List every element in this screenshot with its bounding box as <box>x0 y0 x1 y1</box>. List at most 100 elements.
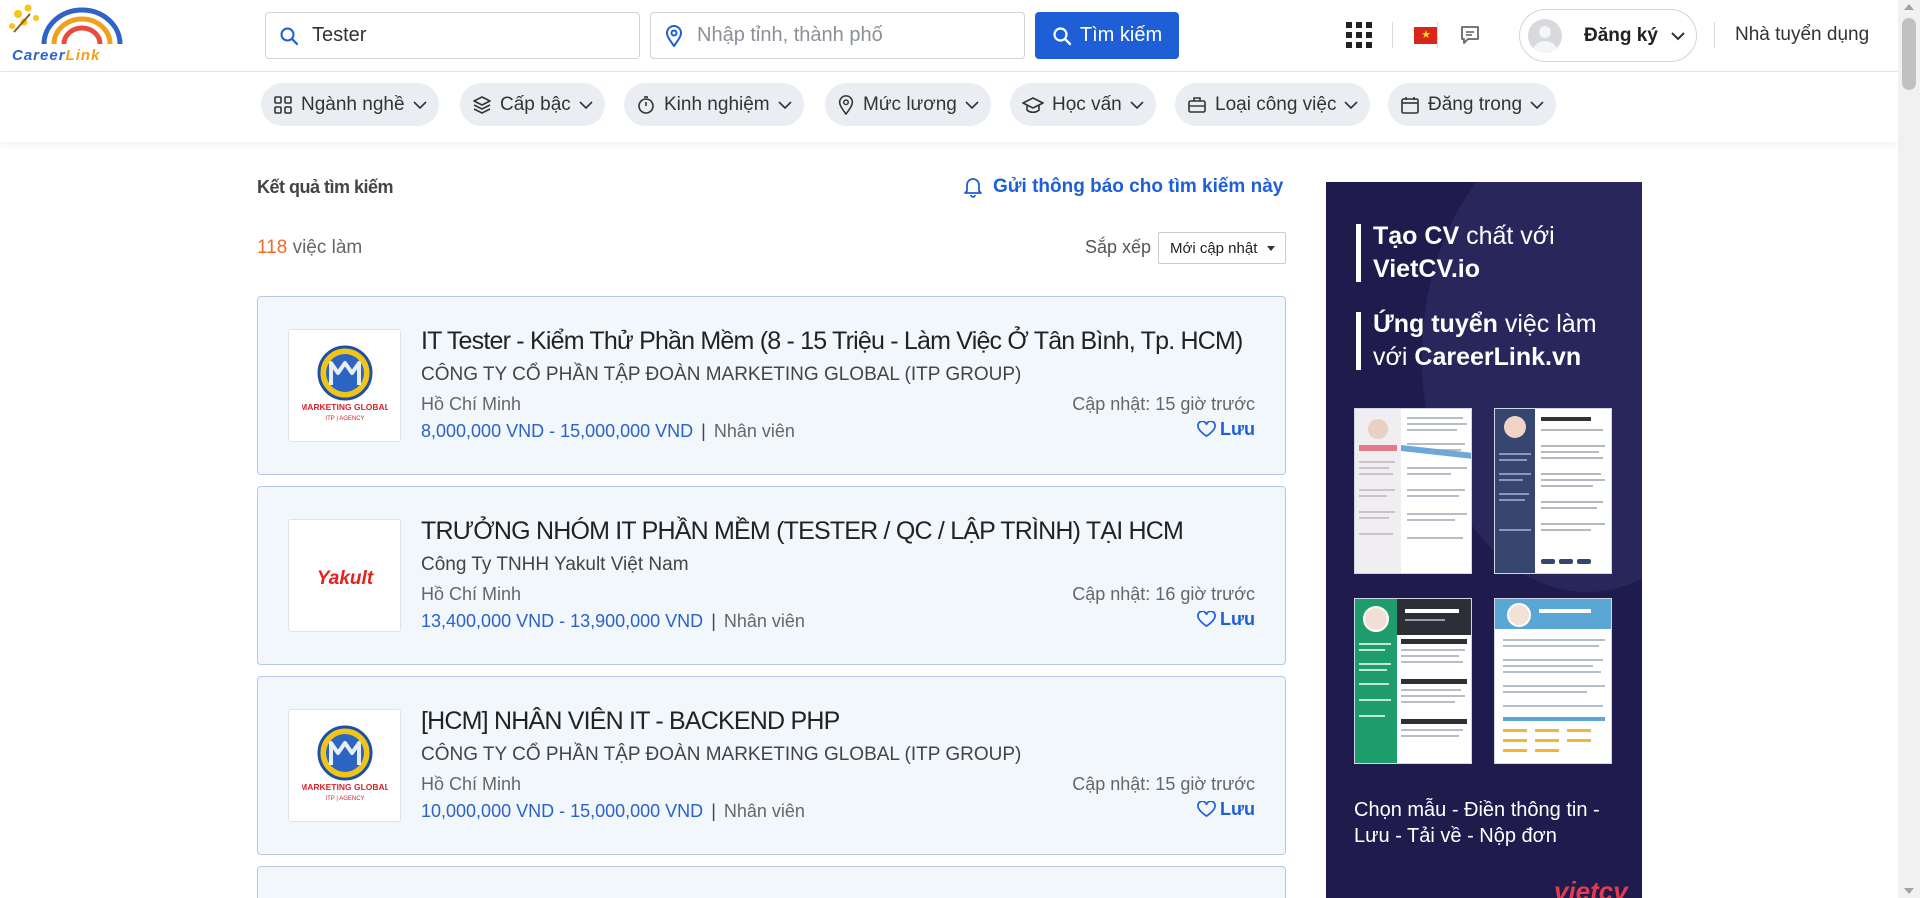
company-logo[interactable]: Yakult <box>288 519 401 632</box>
divider <box>1437 22 1438 48</box>
results-heading: Kết quả tìm kiếm <box>257 177 394 197</box>
ad-caption: Chọn mẫu - Điền thông tin - Lưu - Tải về… <box>1354 799 1600 847</box>
chevron-down-icon <box>412 100 427 109</box>
logo-text-line2: ITP | AGENCY <box>325 796 364 802</box>
filter-posted-within[interactable]: Đăng trong <box>1388 83 1557 126</box>
ad-site: VietCV.io <box>1373 255 1480 283</box>
chevron-down-icon <box>1344 100 1359 109</box>
divider <box>1714 22 1715 48</box>
job-level: Nhân viên <box>723 801 805 821</box>
careerlink-logo[interactable]: CareerLink <box>4 2 128 66</box>
job-salary: 13,400,000 VND - 13,900,000 VND | Nhân viê… <box>421 611 805 632</box>
company-logo[interactable]: MARKETING GLOBAL ITP | AGENCY <box>288 709 401 822</box>
filter-label: Mức lương <box>863 93 957 115</box>
logo-wordmark: CareerLink <box>12 47 100 64</box>
keyword-input[interactable] <box>312 24 612 47</box>
calendar-icon <box>1401 96 1419 114</box>
salary-range: 13,400,000 VND - 13,900,000 VND <box>421 611 704 631</box>
cv-template-thumbnail[interactable] <box>1494 598 1612 764</box>
job-card[interactable] <box>257 866 1286 898</box>
keyword-search-box[interactable] <box>265 12 640 59</box>
job-location: Hồ Chí Minh <box>421 774 522 794</box>
job-location: Hồ Chí Minh <box>421 584 522 604</box>
heart-icon <box>1197 611 1216 628</box>
job-level: Nhân viên <box>723 611 805 631</box>
logo-text-line1: MARKETING GLOBAL <box>302 402 388 412</box>
message-icon[interactable] <box>1459 24 1481 51</box>
save-label: Lưu <box>1219 609 1255 629</box>
search-icon <box>266 26 312 46</box>
filter-education[interactable]: Học vấn <box>1010 83 1156 126</box>
search-icon <box>1053 26 1072 45</box>
vietcv-ad-banner[interactable]: Tạo CV chất với VietCV.io Ứng tuyển việc … <box>1326 182 1642 898</box>
scrollbar-thumb[interactable] <box>1902 18 1916 90</box>
ad-headline-1: Tạo CV chất với VietCV.io <box>1373 220 1555 286</box>
scroll-up-arrow-icon[interactable] <box>1904 4 1914 10</box>
employer-link[interactable]: Nhà tuyển dụng <box>1735 24 1869 46</box>
ad-bold: Ứng tuyển <box>1373 310 1498 338</box>
job-level: Nhân viên <box>713 421 795 441</box>
caret-down-icon <box>1267 246 1275 251</box>
map-pin-icon <box>651 24 697 47</box>
job-title-link[interactable]: IT Tester - Kiểm Thử Phần Mềm (8 - 15 Tr… <box>421 327 1243 356</box>
save-job-button[interactable]: Lưu <box>1197 799 1255 820</box>
heart-icon <box>1197 421 1216 438</box>
cv-template-thumbnail[interactable] <box>1354 598 1472 764</box>
chevron-down-icon <box>1530 100 1544 109</box>
filter-label: Loại công việc <box>1215 93 1337 115</box>
cv-template-thumbnail[interactable] <box>1494 408 1612 574</box>
page-scrollbar[interactable] <box>1898 0 1920 898</box>
ad-text: với <box>1373 343 1415 371</box>
results-count: 118 việc làm <box>257 237 362 259</box>
stopwatch-icon <box>638 95 654 114</box>
search-button[interactable]: Tìm kiếm <box>1035 12 1179 59</box>
search-alert-link[interactable]: Gửi thông báo cho tìm kiếm này <box>963 176 1283 198</box>
salary-range: 10,000,000 VND - 15,000,000 VND <box>421 801 704 821</box>
apps-grid-icon[interactable] <box>1346 22 1372 48</box>
bell-icon <box>964 178 982 198</box>
save-job-button[interactable]: Lưu <box>1197 419 1255 440</box>
briefcase-icon <box>1188 96 1206 113</box>
filter-level[interactable]: Cấp bậc <box>460 83 605 126</box>
logo-text-line1: Yakult <box>316 568 373 589</box>
location-input[interactable] <box>697 24 997 47</box>
job-card[interactable]: Yakult TRƯỞNG NHÓM IT PHẦN MỀM (TESTER /… <box>257 486 1286 665</box>
company-name-link[interactable]: CÔNG TY CỔ PHẦN TẬP ĐOÀN MARKETING GLOBA… <box>421 744 1021 766</box>
filter-industry[interactable]: Ngành nghề <box>261 83 439 126</box>
vietcv-logo: vietcv <box>1554 876 1628 898</box>
filter-bar: Ngành nghề Cấp bậc Kinh nghiệm Mức lương… <box>0 72 1898 142</box>
cv-template-thumbnail[interactable] <box>1354 408 1472 574</box>
filter-label: Học vấn <box>1052 93 1122 115</box>
filter-label: Cấp bậc <box>500 93 571 115</box>
job-salary: 8,000,000 VND - 15,000,000 VND | Nhân viên <box>421 421 795 442</box>
category-grid-icon <box>274 95 292 114</box>
ad-text: việc làm <box>1497 310 1597 338</box>
chevron-down-icon <box>579 100 593 109</box>
save-job-button[interactable]: Lưu <box>1197 609 1255 630</box>
logo-text-line2: ITP | AGENCY <box>325 416 364 422</box>
scroll-down-arrow-icon[interactable] <box>1904 888 1914 894</box>
ad-accent-line <box>1356 312 1361 370</box>
job-title-link[interactable]: TRƯỞNG NHÓM IT PHẦN MỀM (TESTER / QC / L… <box>421 517 1184 546</box>
job-card[interactable]: MARKETING GLOBAL ITP | AGENCY [HCM] NHÂN… <box>257 676 1286 855</box>
company-name-link[interactable]: Công Ty TNHH Yakult Việt Nam <box>421 554 689 576</box>
vietnam-flag-icon[interactable]: ★ <box>1414 27 1438 44</box>
separator: | <box>701 421 706 441</box>
ad-headline-2: Ứng tuyển việc làm với CareerLink.vn <box>1373 308 1597 374</box>
filter-experience[interactable]: Kinh nghiệm <box>624 83 804 126</box>
filter-label: Kinh nghiệm <box>664 93 770 115</box>
company-name-link[interactable]: CÔNG TY CỔ PHẦN TẬP ĐOÀN MARKETING GLOBA… <box>421 364 1021 386</box>
job-updated-time: Cập nhật: 15 giờ trước <box>1072 774 1255 794</box>
register-dropdown[interactable]: Đăng ký <box>1519 9 1697 62</box>
separator: | <box>711 611 716 631</box>
job-card[interactable]: MARKETING GLOBAL ITP | AGENCY IT Tester … <box>257 296 1286 475</box>
location-search-box[interactable] <box>650 12 1025 59</box>
company-logo[interactable]: MARKETING GLOBAL ITP | AGENCY <box>288 329 401 442</box>
filter-job-type[interactable]: Loại công việc <box>1175 83 1371 126</box>
filter-salary[interactable]: Mức lương <box>825 83 991 126</box>
avatar <box>1528 18 1562 53</box>
separator: | <box>711 801 716 821</box>
save-label: Lưu <box>1219 799 1255 819</box>
job-title-link[interactable]: [HCM] NHÂN VIÊN IT - BACKEND PHP <box>421 707 840 736</box>
sort-select[interactable]: Mới cập nhật <box>1158 232 1286 264</box>
